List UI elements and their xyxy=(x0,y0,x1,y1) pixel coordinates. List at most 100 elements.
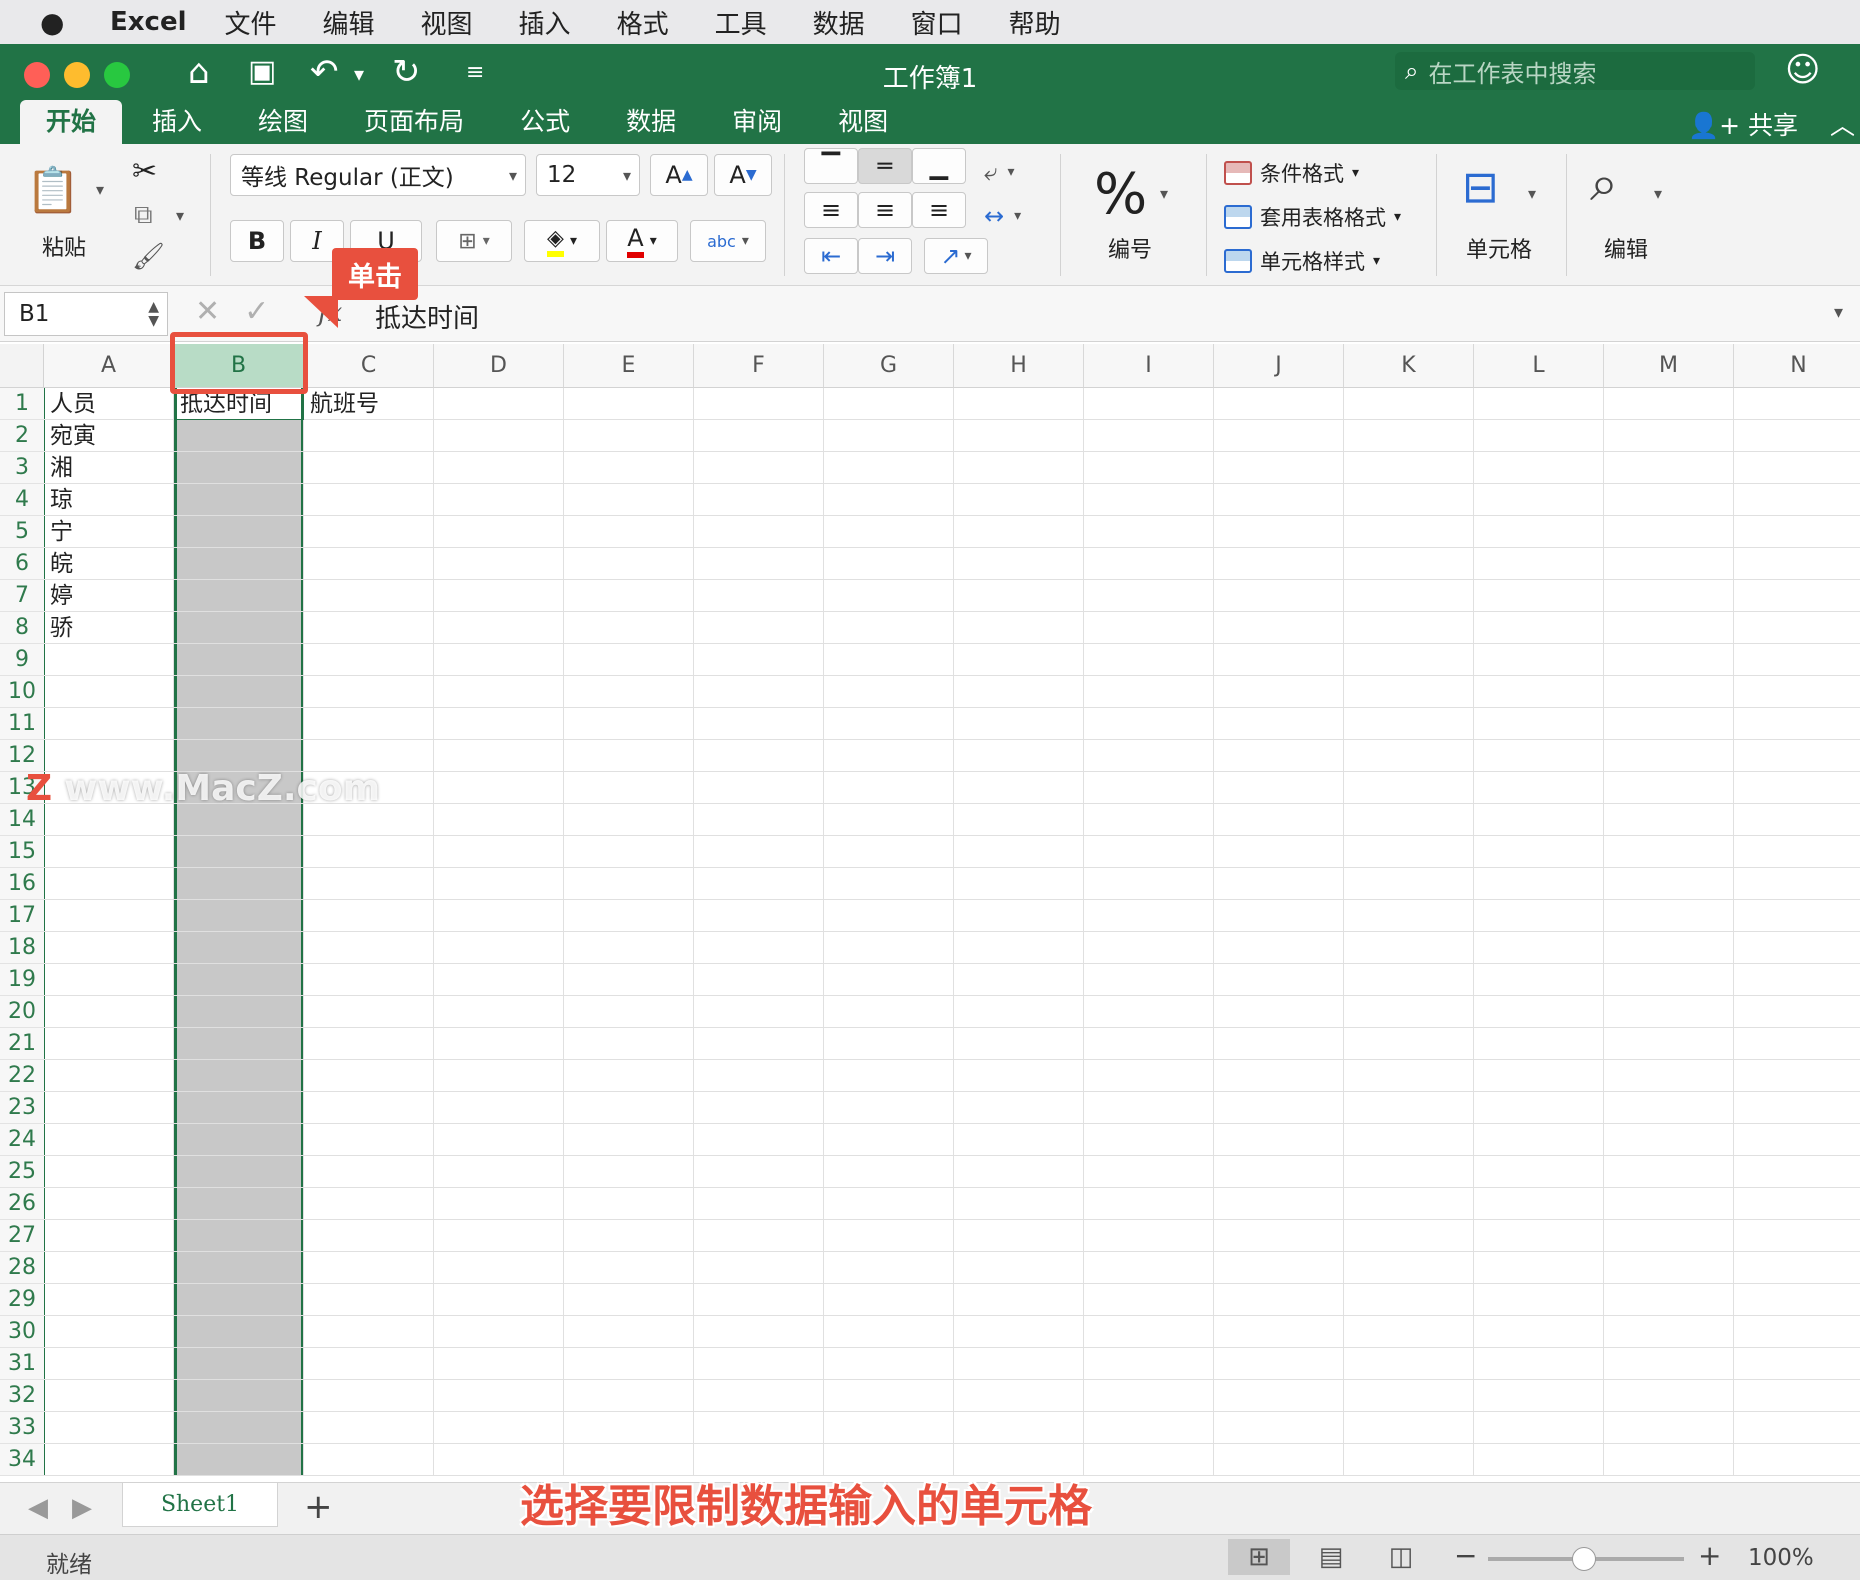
add-sheet-button[interactable]: + xyxy=(304,1487,333,1527)
cell-a5[interactable]: 宁 xyxy=(44,516,174,548)
shrink-font-button[interactable]: A ▼ xyxy=(714,154,772,196)
menu-help[interactable]: 帮助 xyxy=(1009,4,1061,41)
app-menu[interactable]: Excel xyxy=(110,7,187,37)
column-header-n[interactable]: N xyxy=(1734,344,1860,388)
prev-sheet-icon[interactable]: ◀ xyxy=(28,1493,48,1523)
align-right-button[interactable]: ≡ xyxy=(912,192,966,228)
column-header-g[interactable]: G xyxy=(824,344,954,388)
menu-file[interactable]: 文件 xyxy=(225,4,277,41)
magnifier-icon[interactable]: ⌕ xyxy=(1590,154,1618,213)
menu-edit[interactable]: 编辑 xyxy=(323,4,375,41)
column-header-h[interactable]: H xyxy=(954,344,1084,388)
row-header-7[interactable]: 7 xyxy=(0,580,44,612)
paste-label[interactable]: 粘贴 xyxy=(42,230,86,262)
align-left-button[interactable]: ≡ xyxy=(804,192,858,228)
row-header-6[interactable]: 6 xyxy=(0,548,44,580)
row-header-15[interactable]: 15 xyxy=(0,836,44,868)
cell-a7[interactable]: 婷 xyxy=(44,580,174,612)
row-header-16[interactable]: 16 xyxy=(0,868,44,900)
zoom-out-button[interactable]: − xyxy=(1454,1539,1477,1572)
row-header-8[interactable]: 8 xyxy=(0,612,44,644)
cell-a4[interactable]: 琼 xyxy=(44,484,174,516)
name-box-stepper-icon[interactable]: ▲ ▼ xyxy=(148,300,159,328)
cell-styles-button[interactable]: 单元格样式 ▾ xyxy=(1224,246,1380,276)
tab-draw[interactable]: 绘图 xyxy=(232,100,334,144)
row-header-1[interactable]: 1 xyxy=(0,388,44,420)
row-header-17[interactable]: 17 xyxy=(0,900,44,932)
sheet-search-box[interactable]: ⌕ 在工作表中搜索 xyxy=(1395,52,1755,90)
row-header-27[interactable]: 27 xyxy=(0,1220,44,1252)
menu-window[interactable]: 窗口 xyxy=(911,4,963,41)
zoom-slider-handle[interactable] xyxy=(1572,1547,1596,1571)
select-all-button[interactable] xyxy=(0,344,44,388)
align-bottom-button[interactable]: ▁ xyxy=(912,148,966,184)
borders-button[interactable]: ⊞ ▾ xyxy=(436,220,512,262)
row-header-33[interactable]: 33 xyxy=(0,1412,44,1444)
cell-a6[interactable]: 皖 xyxy=(44,548,174,580)
menu-tools[interactable]: 工具 xyxy=(715,4,767,41)
row-header-25[interactable]: 25 xyxy=(0,1156,44,1188)
worksheet-grid[interactable]: A B C D E F G H I J K L M N 1 2 3 4 5 6 7 8 9 10 11 12 13 14 15 16 17 1… xyxy=(0,344,1860,1482)
edit-dropdown-icon[interactable]: ▾ xyxy=(1654,184,1662,203)
row-header-10[interactable]: 10 xyxy=(0,676,44,708)
row-header-3[interactable]: 3 xyxy=(0,452,44,484)
column-header-d[interactable]: D xyxy=(434,344,564,388)
edit-label[interactable]: 编辑 xyxy=(1604,232,1648,264)
row-header-26[interactable]: 26 xyxy=(0,1188,44,1220)
table-format-button[interactable]: 套用表格格式 ▾ xyxy=(1224,202,1401,232)
zoom-in-button[interactable]: + xyxy=(1698,1539,1721,1572)
page-break-view-button[interactable]: ◫ xyxy=(1370,1539,1432,1575)
row-header-34[interactable]: 34 xyxy=(0,1444,44,1476)
tab-home[interactable]: 开始 xyxy=(20,100,123,144)
row-header-32[interactable]: 32 xyxy=(0,1380,44,1412)
menu-view[interactable]: 视图 xyxy=(421,4,473,41)
row-header-2[interactable]: 2 xyxy=(0,420,44,452)
percent-icon[interactable]: % xyxy=(1094,162,1147,227)
share-button[interactable]: 👤+ 共享 ︿ xyxy=(1688,106,1855,142)
merge-cells-button[interactable]: ↔ ▾ xyxy=(984,202,1021,230)
row-header-24[interactable]: 24 xyxy=(0,1124,44,1156)
tab-data[interactable]: 数据 xyxy=(600,100,702,144)
cell-a8[interactable]: 骄 xyxy=(44,612,174,644)
tab-view[interactable]: 视图 xyxy=(812,100,914,144)
enter-icon[interactable]: ✓ xyxy=(244,294,293,329)
menu-data[interactable]: 数据 xyxy=(813,4,865,41)
fill-color-button[interactable]: ◈ ▾ xyxy=(524,220,600,262)
cancel-icon[interactable]: ✕ xyxy=(195,294,244,329)
row-header-28[interactable]: 28 xyxy=(0,1252,44,1284)
column-header-e[interactable]: E xyxy=(564,344,694,388)
name-box[interactable]: B1 ▲ ▼ xyxy=(4,292,168,336)
align-top-button[interactable]: ▔ xyxy=(804,148,858,184)
grow-font-button[interactable]: A ▲ xyxy=(650,154,708,196)
menu-format[interactable]: 格式 xyxy=(617,4,669,41)
format-painter-icon[interactable]: 🖌 xyxy=(132,242,165,272)
page-layout-view-button[interactable]: ▤ xyxy=(1300,1539,1362,1575)
row-header-5[interactable]: 5 xyxy=(0,516,44,548)
tab-formulas[interactable]: 公式 xyxy=(494,100,596,144)
apple-icon[interactable]: ● xyxy=(40,6,80,39)
next-sheet-icon[interactable]: ▶ xyxy=(72,1493,92,1523)
cells-label[interactable]: 单元格 xyxy=(1466,232,1532,264)
number-dropdown-icon[interactable]: ▾ xyxy=(1160,184,1168,203)
column-header-i[interactable]: I xyxy=(1084,344,1214,388)
row-header-18[interactable]: 18 xyxy=(0,932,44,964)
column-header-f[interactable]: F xyxy=(694,344,824,388)
menu-insert[interactable]: 插入 xyxy=(519,4,571,41)
collapse-ribbon-icon[interactable]: ︿ xyxy=(1830,111,1855,140)
tab-review[interactable]: 审阅 xyxy=(706,100,808,144)
row-header-19[interactable]: 19 xyxy=(0,964,44,996)
row-header-29[interactable]: 29 xyxy=(0,1284,44,1316)
increase-indent-button[interactable]: ⇥ xyxy=(858,238,912,274)
paste-dropdown-icon[interactable]: ▾ xyxy=(96,180,104,199)
cells-dropdown-icon[interactable]: ▾ xyxy=(1528,184,1536,203)
row-header-30[interactable]: 30 xyxy=(0,1316,44,1348)
column-header-k[interactable]: K xyxy=(1344,344,1474,388)
wrap-text-button[interactable]: ⤶ ▾ xyxy=(984,158,1014,186)
feedback-smiley-icon[interactable]: ☺ xyxy=(1785,50,1820,90)
column-header-c[interactable]: C xyxy=(304,344,434,388)
copy-icon[interactable]: ⧉ xyxy=(134,200,153,231)
tab-insert[interactable]: 插入 xyxy=(126,100,228,144)
font-name-select[interactable]: 等线 Regular (正文) ▾ xyxy=(230,154,526,196)
font-size-select[interactable]: 12 ▾ xyxy=(536,154,640,196)
row-header-21[interactable]: 21 xyxy=(0,1028,44,1060)
